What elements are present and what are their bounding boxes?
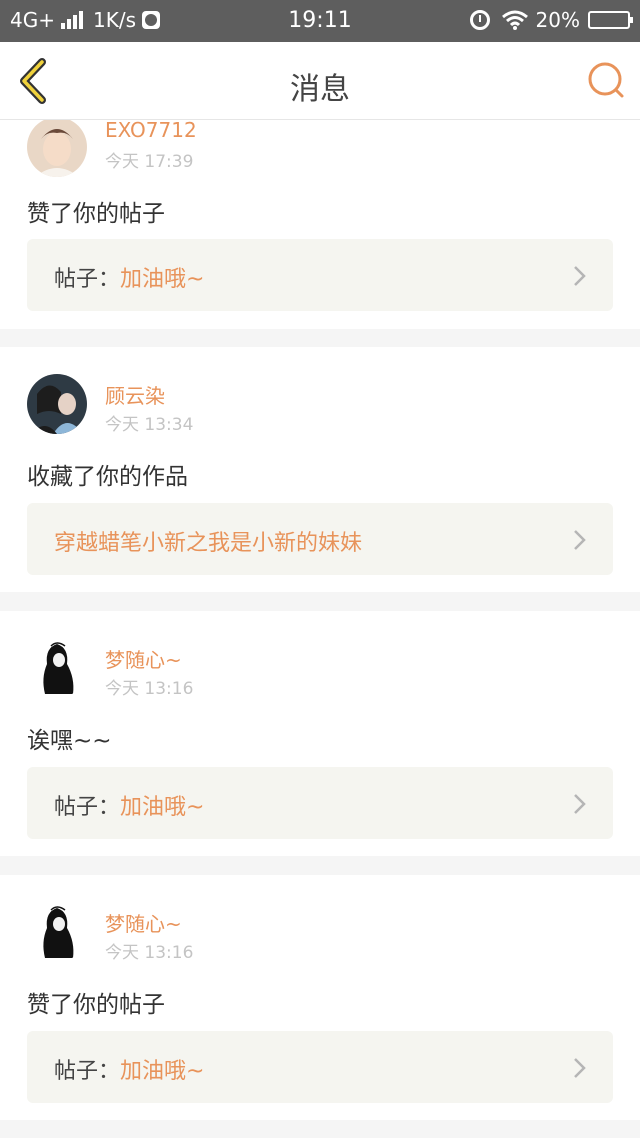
status-right: 20%: [469, 8, 633, 32]
chevron-right-icon: [574, 794, 586, 814]
message-time: 今天 17:39: [105, 152, 194, 172]
wifi-icon: [501, 10, 528, 30]
referenced-work-label: 穿越蜡笔小新之我是小新的妹妹: [54, 525, 362, 557]
alarm-icon: [469, 10, 490, 30]
message-time: 今天 13:34: [105, 415, 194, 435]
battery-percent: 20%: [535, 8, 580, 32]
search-icon[interactable]: [586, 60, 626, 100]
message-text: 诶嘿~~: [27, 728, 112, 754]
avatar-drawing-girl-icon: [27, 902, 87, 962]
avatar[interactable]: [27, 638, 87, 698]
message-username[interactable]: EXO7712: [105, 120, 197, 142]
status-bar: 4G+ 1K/s 19:11 20%: [0, 0, 640, 42]
ref-prefix: 帖子：: [54, 795, 121, 820]
message-username[interactable]: 顾云染: [105, 380, 165, 409]
page-title: 消息: [290, 72, 350, 107]
referenced-post[interactable]: 帖子：加油哦~: [27, 767, 613, 839]
message-card: 顾云染 今天 13:34 收藏了你的作品 穿越蜡笔小新之我是小新的妹妹: [0, 347, 640, 592]
message-text: 赞了你的帖子: [27, 201, 165, 227]
ref-prefix: 帖子：: [54, 1059, 121, 1084]
avatar-drawing-girl-icon: [27, 638, 87, 698]
avatar-photo-boy-icon: [27, 120, 87, 177]
message-card: EXO7712 今天 17:39 赞了你的帖子 帖子：加油哦~: [0, 120, 640, 329]
ref-name: 加油哦~: [120, 267, 205, 292]
referenced-post-label: 帖子：加油哦~: [54, 261, 204, 293]
referenced-post[interactable]: 帖子：加油哦~: [27, 1031, 613, 1103]
referenced-work[interactable]: 穿越蜡笔小新之我是小新的妹妹: [27, 503, 613, 575]
message-text: 收藏了你的作品: [27, 464, 188, 490]
message-list[interactable]: EXO7712 今天 17:39 赞了你的帖子 帖子：加油哦~ 顾云染 今天 1…: [0, 120, 640, 1138]
message-text: 赞了你的帖子: [27, 992, 165, 1018]
message-username[interactable]: 梦随心~: [105, 908, 182, 937]
avatar[interactable]: [27, 120, 87, 177]
referenced-post-label: 帖子：加油哦~: [54, 789, 204, 821]
referenced-post[interactable]: 帖子：加油哦~: [27, 239, 613, 311]
message-card: 梦随心~ 今天 13:16 诶嘿~~ 帖子：加油哦~: [0, 611, 640, 856]
ref-name: 穿越蜡笔小新之我是小新的妹妹: [54, 531, 363, 556]
message-card: 梦随心~ 今天 13:16 赞了你的帖子 帖子：加油哦~: [0, 875, 640, 1120]
referenced-post-label: 帖子：加油哦~: [54, 1053, 204, 1085]
ref-name: 加油哦~: [120, 795, 205, 820]
chevron-right-icon: [574, 1058, 586, 1078]
avatar-photo-couple-icon: [27, 374, 87, 434]
chevron-right-icon: [574, 530, 586, 550]
battery-icon: [588, 11, 633, 29]
avatar[interactable]: [27, 374, 87, 434]
message-time: 今天 13:16: [105, 679, 194, 699]
chevron-right-icon: [574, 266, 586, 286]
ref-prefix: 帖子：: [54, 267, 121, 292]
ref-name: 加油哦~: [120, 1059, 205, 1084]
nav-bar: 消息: [0, 42, 640, 120]
avatar[interactable]: [27, 902, 87, 962]
message-time: 今天 13:16: [105, 943, 194, 963]
message-username[interactable]: 梦随心~: [105, 644, 182, 673]
